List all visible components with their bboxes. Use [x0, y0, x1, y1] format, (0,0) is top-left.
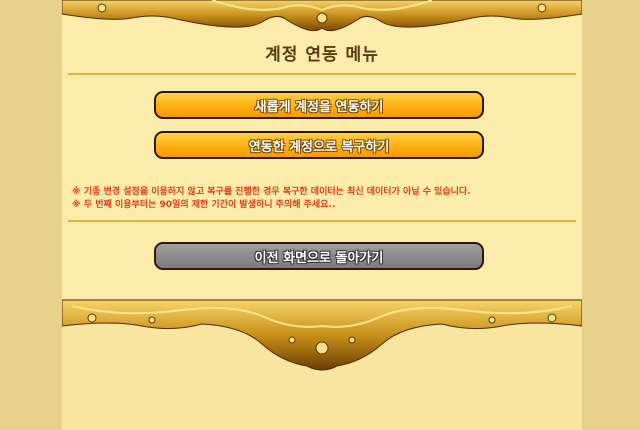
right-background-strip	[582, 0, 640, 430]
notice-text: ※ 기종 변경 설정을 이용하지 않고 복구를 진행한 경우 복구한 데이터는 …	[72, 186, 572, 212]
back-button[interactable]: 이전 화면으로 돌아가기	[154, 242, 484, 270]
notice-line-2: ※ 두 번째 이용부터는 90일의 제한 기간이 발생하니 주의해 주세요..	[72, 200, 336, 210]
left-background-strip	[0, 0, 62, 430]
bottom-gold-ornament	[62, 299, 582, 371]
notice-line-1: ※ 기종 변경 설정을 이용하지 않고 복구를 진행한 경우 복구한 데이터는 …	[72, 187, 471, 197]
top-gold-ornament	[62, 0, 582, 32]
account-link-panel: 계정 연동 메뉴 새롭게 계정을 연동하기 연동한 계정으로 복구하기 ※ 기종…	[62, 0, 582, 430]
divider-top	[68, 73, 576, 75]
link-new-account-button[interactable]: 새롭게 계정을 연동하기	[154, 91, 484, 119]
restore-linked-account-button[interactable]: 연동한 계정으로 복구하기	[154, 131, 484, 159]
divider-bottom	[68, 220, 576, 222]
page-title: 계정 연동 메뉴	[265, 45, 379, 65]
